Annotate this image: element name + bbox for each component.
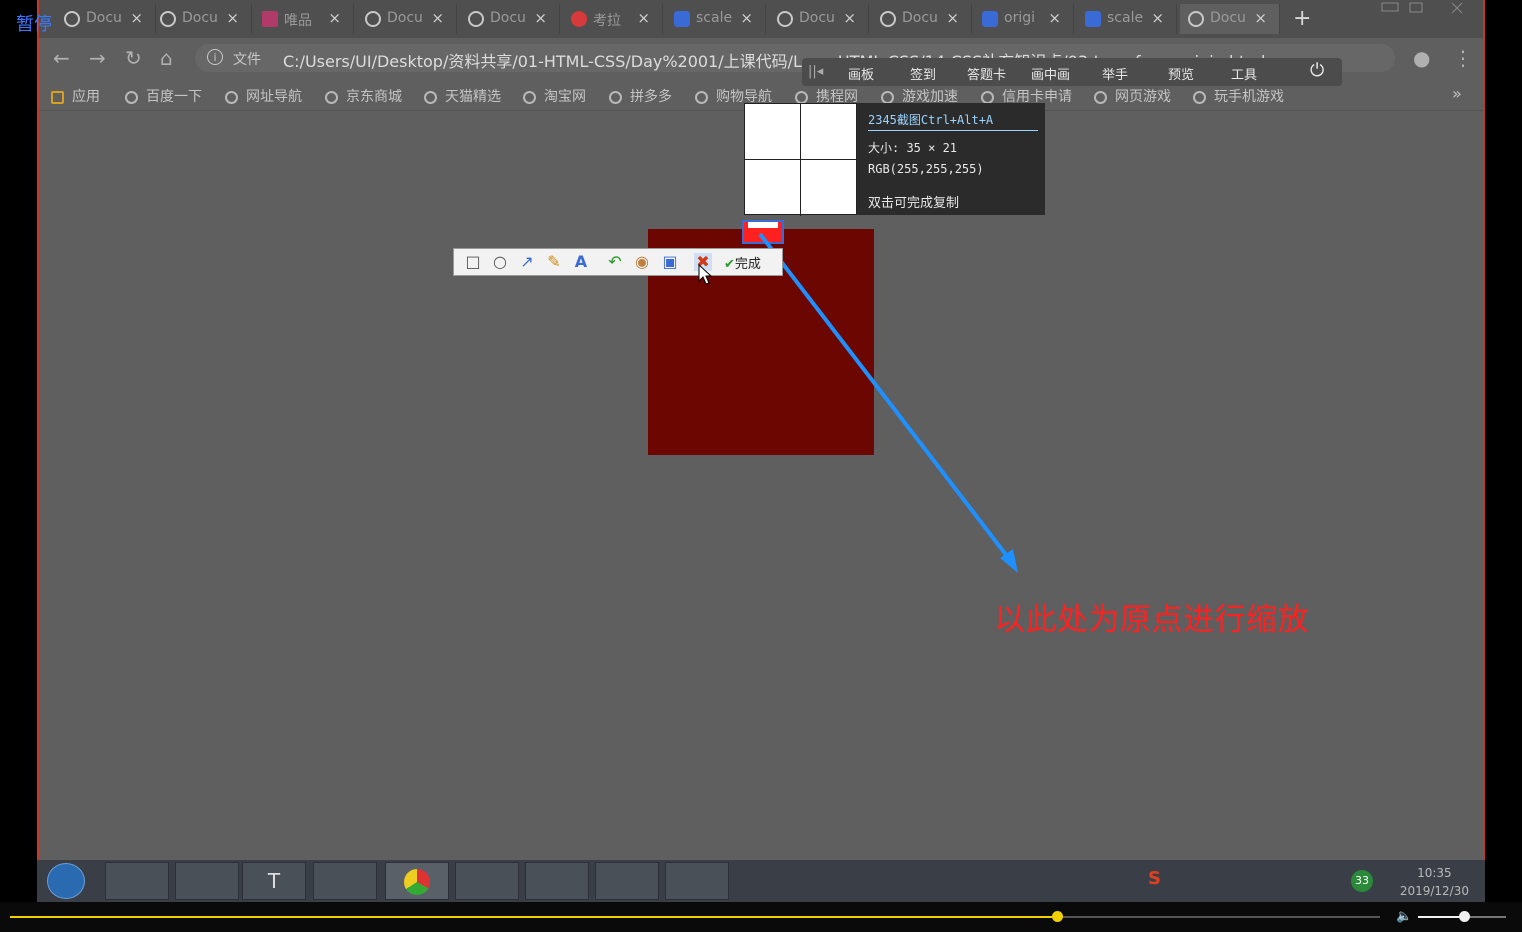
- tray-badge[interactable]: 33: [1351, 870, 1373, 892]
- chrome-app-icon[interactable]: [385, 862, 449, 900]
- ellipse-tool-icon[interactable]: ○: [491, 253, 509, 271]
- avatar-app-icon[interactable]: [105, 862, 169, 900]
- clock-time: 10:35: [1417, 866, 1452, 880]
- arrow-tool-icon[interactable]: ↗: [518, 253, 536, 271]
- vscode-app-icon[interactable]: [665, 862, 729, 900]
- folder-app-icon[interactable]: [313, 862, 377, 900]
- vscode-app-icon[interactable]: [455, 862, 519, 900]
- rectangle-tool-icon[interactable]: □: [464, 253, 482, 271]
- done-label: 完成: [734, 257, 761, 272]
- taskbar: T S 33 10:35 2019/12/30: [37, 860, 1485, 902]
- input-method-icon[interactable]: S: [1148, 868, 1161, 889]
- annotation-arrow: [758, 232, 1018, 573]
- volume-icon[interactable]: 🔈: [1396, 909, 1412, 924]
- mouse-cursor-icon: [698, 264, 712, 285]
- volume-fill: [1418, 916, 1464, 918]
- player-app-icon[interactable]: [175, 862, 239, 900]
- start-button[interactable]: [47, 863, 85, 899]
- volume-knob[interactable]: [1458, 911, 1470, 922]
- capture-toolbar: □ ○ ↗ ✎ A ↶ ◉ ▣ ✖ ✔完成: [453, 248, 783, 276]
- undo-icon[interactable]: ↶: [606, 253, 624, 271]
- brush-tool-icon[interactable]: ✎: [545, 253, 563, 271]
- save-icon[interactable]: ▣: [661, 253, 679, 271]
- annotation-text: 以此处为原点进行缩放: [994, 602, 1309, 638]
- powerpoint-app-icon[interactable]: [595, 862, 659, 900]
- progress-fill: [10, 916, 1057, 918]
- text-app-icon[interactable]: T: [242, 862, 306, 900]
- text-tool-icon[interactable]: A: [572, 253, 590, 271]
- clock[interactable]: 10:35 2019/12/30: [1400, 864, 1469, 900]
- palette-icon[interactable]: ◉: [633, 253, 651, 271]
- check-icon: ✔: [724, 257, 735, 272]
- notes-app-icon[interactable]: [525, 862, 589, 900]
- done-button[interactable]: ✔完成: [724, 253, 761, 272]
- clock-date: 2019/12/30: [1399, 884, 1469, 898]
- progress-knob[interactable]: [1051, 911, 1063, 922]
